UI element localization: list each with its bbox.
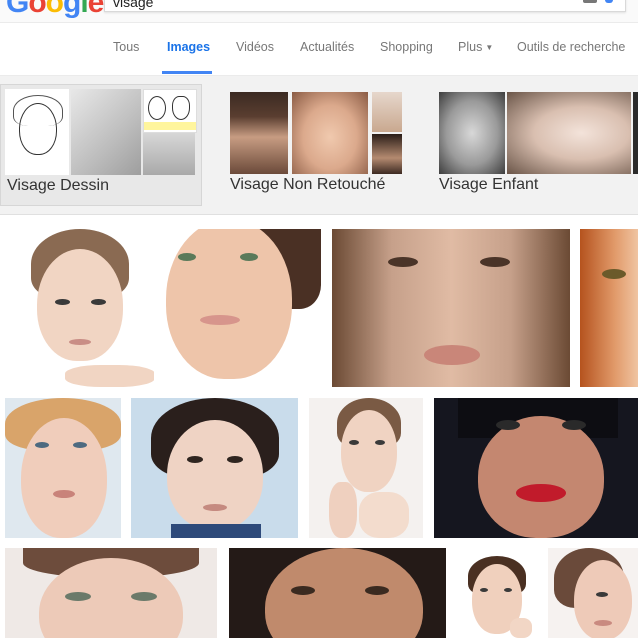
sketch-face-thumbnail-2: [143, 133, 195, 175]
child-thumbnail-cropped: [633, 92, 638, 174]
tab-videos[interactable]: Vidéos: [236, 40, 274, 54]
woman-face-closeup-thumbnail: [292, 92, 368, 174]
sketch-face-thumbnail: [5, 89, 69, 175]
chevron-down-icon: ▼: [485, 43, 494, 53]
sketch-portrait-thumbnail: [71, 89, 141, 175]
active-tab-indicator: [162, 71, 212, 74]
google-logo[interactable]: Google: [6, 0, 105, 19]
woman-dark-hair-thumbnail: [372, 134, 402, 174]
image-result[interactable]: [580, 229, 638, 387]
woman-face-thumbnail: [230, 92, 288, 174]
image-result[interactable]: [434, 398, 638, 538]
search-tabs: Tous Images Vidéos Actualités Shopping P…: [0, 23, 638, 76]
suggestion-label: Visage Enfant: [439, 176, 539, 193]
suggestion-card-visage-enfant[interactable]: Visage Enfant: [435, 84, 638, 204]
image-result[interactable]: [164, 229, 321, 387]
logo-letter: o: [28, 0, 46, 19]
woman-portrait-thumbnail: [372, 92, 402, 132]
mic-icon[interactable]: [605, 0, 613, 3]
image-result[interactable]: [5, 229, 154, 387]
logo-letter: l: [80, 0, 88, 19]
logo-letter: e: [87, 0, 105, 19]
tab-images[interactable]: Images: [167, 40, 210, 54]
suggestion-card-visage-non-retouche[interactable]: Visage Non Retouché: [226, 84, 426, 204]
related-searches: Visage Dessin Visage Non Retouché Visage…: [0, 76, 638, 215]
suggestion-label: Visage Non Retouché: [230, 176, 386, 193]
suggestion-label: Visage Dessin: [7, 177, 109, 194]
tab-shopping[interactable]: Shopping: [380, 40, 433, 54]
logo-letter: g: [63, 0, 81, 19]
search-box[interactable]: [104, 0, 626, 12]
logo-letter: o: [45, 0, 64, 19]
image-result[interactable]: [131, 398, 298, 538]
face-shapes-thumbnail: [143, 89, 197, 133]
search-input[interactable]: [111, 0, 575, 11]
child-bw-thumbnail: [439, 92, 505, 174]
tab-search-tools[interactable]: Outils de recherche: [517, 40, 625, 54]
image-result[interactable]: [5, 398, 121, 538]
tab-news[interactable]: Actualités: [300, 40, 354, 54]
logo-letter: G: [6, 0, 29, 19]
image-result[interactable]: [229, 548, 446, 638]
tab-more-label: Plus: [458, 40, 483, 54]
image-result[interactable]: [332, 229, 570, 387]
top-bar: Google: [0, 0, 638, 23]
child-face-thumbnail: [507, 92, 631, 174]
image-result[interactable]: [5, 548, 217, 638]
tab-all[interactable]: Tous: [113, 40, 139, 54]
tab-more[interactable]: Plus ▼: [458, 40, 493, 54]
keyboard-icon[interactable]: [583, 0, 597, 3]
image-result[interactable]: [548, 548, 638, 638]
suggestion-card-visage-dessin[interactable]: Visage Dessin: [0, 84, 202, 206]
image-result[interactable]: [309, 398, 423, 538]
image-result[interactable]: [458, 548, 536, 638]
